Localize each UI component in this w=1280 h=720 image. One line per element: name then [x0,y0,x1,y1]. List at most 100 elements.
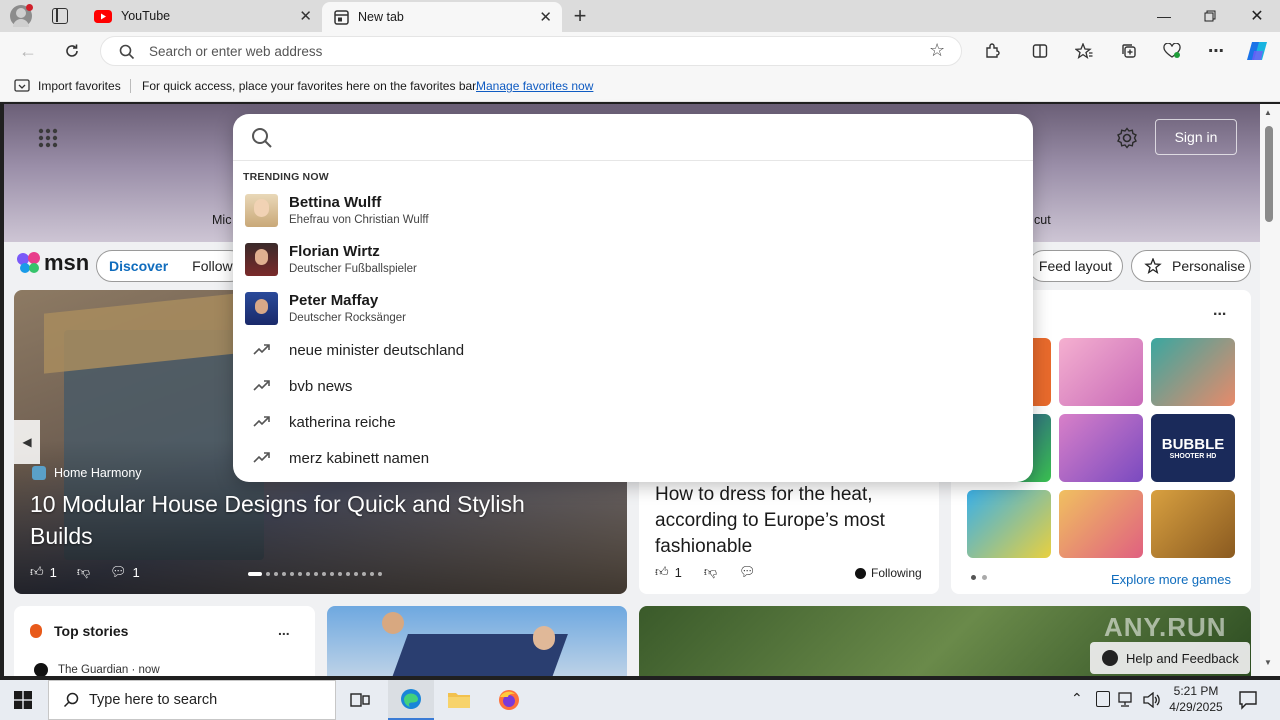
close-icon[interactable]: ✕ [539,8,552,26]
copilot-button[interactable] [1243,38,1271,64]
favorites-button[interactable] [1070,38,1098,64]
address-bar[interactable]: Search or enter web address ☆ [100,36,962,66]
comment-icon[interactable]: 💬︎ [739,564,756,580]
suggestion-person[interactable]: Peter Maffay Deutscher Rocksänger [245,292,1005,328]
person-thumbnail [245,243,278,276]
game-tile-bubble-shooter[interactable]: BUBBLE SHOOTER HD [1151,414,1235,482]
game-tile[interactable] [1151,338,1235,406]
manage-favorites-link[interactable]: Manage favorites now [476,79,593,93]
dislike-icon[interactable]: 👎︎ [704,564,717,580]
collections-button[interactable] [1115,38,1143,64]
tab-actions-icon[interactable] [52,8,68,24]
fire-icon [30,624,42,638]
task-view-button[interactable] [337,680,383,720]
like-icon[interactable]: 👍︎ [655,564,669,580]
profile-avatar-icon[interactable] [10,4,33,27]
suggestion-trend[interactable]: bvb news [245,376,1005,404]
games-pagination-dots[interactable] [971,575,987,580]
scroll-down-icon[interactable]: ▼ [1264,658,1272,667]
youtube-icon [94,9,112,23]
restore-button[interactable] [1187,0,1233,32]
person-thumbnail [245,194,278,227]
suggestion-description: Deutscher Fußballspieler [289,263,417,275]
app-launcher-icon[interactable] [38,128,58,148]
minimize-button[interactable]: — [1141,0,1187,32]
firefox-icon [499,690,519,710]
comment-icon[interactable]: 💬︎ [110,564,127,580]
divider [130,79,131,93]
carousel-prev-button[interactable]: ◀ [14,420,40,464]
dislike-icon[interactable]: 👎︎ [77,564,90,580]
search-input[interactable] [283,114,1023,160]
tab-discover[interactable]: Discover [109,258,168,274]
explore-more-games-link[interactable]: Explore more games [1111,572,1231,587]
tab-youtube[interactable]: YouTube ✕ [84,0,322,32]
search-icon [252,128,272,148]
taskbar-edge-button[interactable] [388,680,434,720]
sign-in-button[interactable]: Sign in [1155,119,1237,155]
firefox-button[interactable] [486,680,532,720]
suggestion-person[interactable]: Bettina Wulff Ehefrau von Christian Wulf… [245,194,1005,230]
settings-more-button[interactable]: ⋯ [1202,38,1230,64]
refresh-button[interactable] [58,38,86,64]
carousel-dots[interactable] [248,572,382,576]
split-screen-button[interactable] [1026,38,1054,64]
following-badge[interactable]: Following [855,566,922,580]
game-tile[interactable] [1151,490,1235,558]
scroll-up-icon[interactable]: ▲ [1264,108,1272,117]
personalise-button[interactable]: Personalise [1131,250,1251,282]
volume-icon[interactable] [1143,692,1161,708]
extensions-button[interactable] [978,38,1006,64]
trend-text: neue minister deutschland [289,342,465,359]
story-headline[interactable]: How to dress for the heat, according to … [655,482,930,560]
more-options-icon[interactable]: ... [278,622,290,638]
tab-new-tab[interactable]: New tab ✕ [322,2,562,32]
import-favorites-button[interactable]: Import favorites [14,78,121,93]
show-hidden-icons-icon[interactable]: ⌃ [1071,690,1083,707]
search-suggestions-panel: TRENDING NOW Bettina Wulff Ehefrau von C… [233,114,1033,482]
msn-logo[interactable]: msn [16,250,89,276]
tab-title: New tab [358,10,404,24]
close-window-button[interactable]: ✕ [1234,0,1280,32]
trend-text: katherina reiche [289,414,396,431]
solar-story-card[interactable] [327,606,627,676]
task-view-icon [350,693,370,707]
favorite-star-icon[interactable]: ☆ [929,40,945,61]
device-icon[interactable] [1096,691,1110,707]
browser-essentials-button[interactable] [1158,38,1186,64]
help-feedback-button[interactable]: Help and Feedback [1090,642,1250,674]
page-scrollbar[interactable]: ▲ ▼ [1260,104,1280,676]
feed-layout-button[interactable]: Feed layout [1028,250,1123,282]
close-icon[interactable]: ✕ [299,7,312,25]
hero-headline[interactable]: 10 Modular House Designs for Quick and S… [30,488,590,552]
suggestion-trend[interactable]: merz kabinett namen [245,448,1005,476]
restore-icon [1204,10,1216,22]
page-settings-button[interactable] [1116,127,1138,154]
title-bar: YouTube ✕ New tab ✕ + — ✕ [0,0,1280,32]
new-tab-button[interactable]: + [568,3,592,28]
back-button[interactable]: ← [14,38,42,64]
clock[interactable]: 5:21 PM 4/29/2025 [1164,683,1228,715]
game-tile[interactable] [1059,338,1143,406]
start-button[interactable] [0,680,46,720]
hero-source[interactable]: Home Harmony [32,466,142,480]
address-placeholder: Search or enter web address [149,44,323,59]
gear-icon [1117,127,1137,149]
file-explorer-button[interactable] [436,680,482,720]
story-source[interactable]: The Guardian · now [58,664,160,676]
game-tile[interactable] [1059,414,1143,482]
split-screen-icon [1032,44,1048,58]
more-options-icon[interactable]: ... [1213,302,1226,320]
hero-actions: 👍︎ 1 👎︎ 💬︎ 1 [30,564,140,580]
suggestion-title: Peter Maffay [289,292,379,309]
scrollbar-thumb[interactable] [1265,126,1273,222]
suggestion-trend[interactable]: katherina reiche [245,412,1005,440]
taskbar-search-box[interactable]: Type here to search [48,680,336,720]
suggestion-trend[interactable]: neue minister deutschland [245,340,1005,368]
game-tile[interactable] [967,490,1051,558]
notifications-icon[interactable] [1238,690,1258,710]
suggestion-person[interactable]: Florian Wirtz Deutscher Fußballspieler [245,243,1005,279]
game-tile[interactable] [1059,490,1143,558]
network-icon[interactable] [1118,692,1136,707]
like-icon[interactable]: 👍︎ [30,564,44,580]
